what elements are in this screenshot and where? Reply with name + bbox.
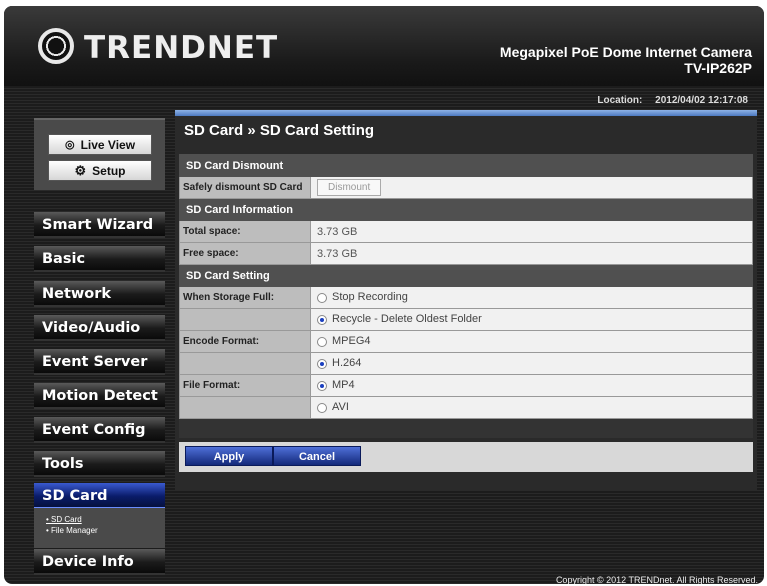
content-area: SD Card » SD Card Setting SD Card Dismou… — [175, 110, 757, 490]
file-option-mp4[interactable]: MP4 — [310, 374, 753, 397]
free-space-label: Free space: — [179, 242, 311, 265]
submenu-file-manager-link[interactable]: • File Manager — [46, 525, 165, 536]
sidebar-item-device-info[interactable]: Device Info — [34, 549, 165, 575]
storage-option-stop[interactable]: Stop Recording — [310, 286, 753, 309]
file-option-avi[interactable]: AVI — [310, 396, 753, 419]
live-view-button[interactable]: ◎ Live View — [48, 134, 152, 155]
sidebar-item-event-config[interactable]: Event Config — [34, 417, 165, 443]
sidebar-item-smart-wizard[interactable]: Smart Wizard — [34, 212, 165, 238]
total-space-value: 3.73 GB — [310, 220, 753, 243]
dismount-button[interactable]: Dismount — [317, 179, 382, 196]
radio-recycle[interactable] — [317, 314, 327, 325]
view-switcher: ◎ Live View ⚙ Setup — [34, 118, 165, 190]
empty-label-cell — [179, 308, 311, 331]
location-label: Location: — [597, 95, 643, 106]
radio-avi[interactable] — [317, 402, 327, 413]
encode-format-label: Encode Format: — [179, 330, 311, 353]
submenu-sd-card-link[interactable]: • SD Card — [46, 514, 165, 525]
setup-button[interactable]: ⚙ Setup — [48, 160, 152, 181]
section-header-dismount: SD Card Dismount — [179, 154, 753, 177]
product-name: Megapixel PoE Dome Internet Camera — [499, 44, 752, 60]
cancel-button[interactable]: Cancel — [273, 446, 361, 466]
product-title: Megapixel PoE Dome Internet Camera TV-IP… — [500, 44, 752, 76]
radio-stop-recording[interactable] — [317, 292, 327, 303]
file-format-label: File Format: — [179, 374, 311, 397]
sidebar-item-video-audio[interactable]: Video/Audio — [34, 315, 165, 341]
settings-table: SD Card Dismount Safely dismount SD Card… — [179, 154, 753, 419]
encode-option-h264[interactable]: H.264 — [310, 352, 753, 375]
radio-mp4[interactable] — [317, 380, 327, 391]
sidebar-item-basic[interactable]: Basic — [34, 246, 165, 272]
brand-logo: TRENDNET — [84, 30, 279, 66]
location-bar: Location: 2012/04/02 12:17:08 — [597, 95, 748, 106]
stop-recording-label: Stop Recording — [332, 291, 408, 304]
encode-option-mpeg4[interactable]: MPEG4 — [310, 330, 753, 353]
recycle-label: Recycle - Delete Oldest Folder — [332, 313, 482, 326]
sidebar-item-network[interactable]: Network — [34, 281, 165, 307]
storage-full-label: When Storage Full: — [179, 286, 311, 309]
dismount-label: Safely dismount SD Card — [179, 176, 311, 199]
action-bar: Apply Cancel — [179, 442, 753, 472]
live-view-label: Live View — [80, 137, 136, 152]
mp4-label: MP4 — [332, 379, 355, 392]
empty-label-cell — [179, 352, 311, 375]
mpeg4-label: MPEG4 — [332, 335, 371, 348]
section-header-setting: SD Card Setting — [179, 264, 753, 287]
sidebar-item-tools[interactable]: Tools — [34, 451, 165, 477]
avi-label: AVI — [332, 401, 349, 414]
settings-panel: SD Card Dismount Safely dismount SD Card… — [179, 154, 753, 438]
radio-mpeg4[interactable] — [317, 336, 327, 347]
trendnet-logo-icon — [38, 28, 74, 64]
setup-label: Setup — [92, 163, 126, 178]
section-header-info: SD Card Information — [179, 198, 753, 221]
total-space-label: Total space: — [179, 220, 311, 243]
free-space-value: 3.73 GB — [310, 242, 753, 265]
empty-label-cell — [179, 396, 311, 419]
apply-button[interactable]: Apply — [185, 446, 273, 466]
radio-h264[interactable] — [317, 358, 327, 369]
h264-label: H.264 — [332, 357, 362, 370]
gear-icon: ⚙ — [74, 162, 87, 178]
copyright-text: Copyright © 2012 TRENDnet. All Rights Re… — [555, 575, 758, 584]
location-timestamp: 2012/04/02 12:17:08 — [655, 95, 748, 106]
eye-icon: ◎ — [64, 139, 75, 151]
sidebar-submenu: • SD Card • File Manager — [34, 508, 165, 548]
page-title: SD Card » SD Card Setting — [184, 122, 375, 139]
header: TRENDNET Megapixel PoE Dome Internet Cam… — [4, 6, 764, 86]
product-model: TV-IP262P — [684, 60, 752, 76]
sidebar-item-event-server[interactable]: Event Server — [34, 349, 165, 375]
sidebar-item-sd-card[interactable]: SD Card — [34, 483, 165, 509]
storage-option-recycle[interactable]: Recycle - Delete Oldest Folder — [310, 308, 753, 331]
sidebar-item-motion-detect[interactable]: Motion Detect — [34, 383, 165, 409]
content-accent-bar — [175, 110, 757, 116]
app-frame: TRENDNET Megapixel PoE Dome Internet Cam… — [4, 6, 764, 584]
